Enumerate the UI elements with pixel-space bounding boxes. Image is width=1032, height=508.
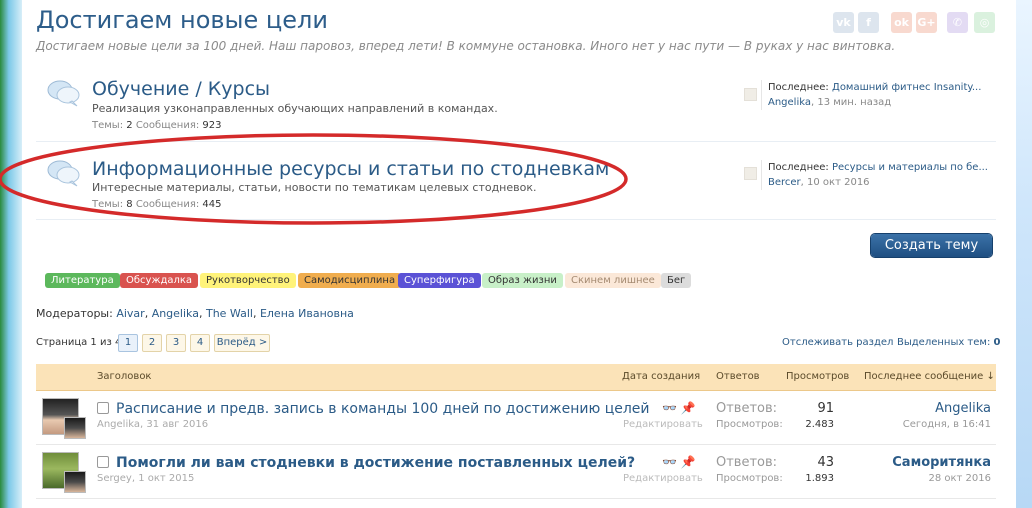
glasses-icon: 👓	[662, 455, 677, 469]
views-label: Просмотров:	[716, 419, 783, 430]
views-count: 1.893	[805, 473, 834, 484]
moderators-list: Модераторы: Aivar, Angelika, The Wall, Е…	[36, 307, 354, 320]
avatar-small[interactable]	[64, 471, 86, 493]
pagination-label: Страница 1 из 4	[36, 337, 122, 348]
thread-select-checkbox[interactable]	[97, 456, 109, 468]
views-label: Просмотров:	[716, 473, 783, 484]
prefix-tag[interactable]: Образ жизни	[482, 273, 563, 288]
thread-meta: Angelika, 31 авг 2016	[97, 419, 209, 430]
prefix-tag[interactable]: Суперфигура	[398, 273, 481, 288]
avatar-small[interactable]	[64, 417, 86, 439]
page-button[interactable]: 3	[166, 334, 186, 352]
page-button-current[interactable]: 1	[118, 334, 138, 352]
last-post-date[interactable]: 28 окт 2016	[831, 473, 991, 484]
create-thread-button[interactable]: Создать тему	[871, 234, 992, 257]
pin-icon: 📌	[680, 401, 696, 415]
edit-link[interactable]: Редактировать	[623, 419, 703, 430]
moderator-link[interactable]: The Wall	[206, 307, 253, 320]
replies-label: Ответов:	[716, 401, 778, 416]
thread-title-link[interactable]: Расписание и предв. запись в команды 100…	[116, 401, 650, 417]
thread-meta: Sergey, 1 окт 2015	[97, 473, 195, 484]
prefix-tag[interactable]: Скинем лишнее	[565, 273, 661, 288]
thread-author[interactable]: Angelika	[97, 419, 140, 430]
prefix-tag[interactable]: Бег	[661, 273, 692, 288]
table-row: Расписание и предв. запись в команды 100…	[36, 391, 996, 445]
last-post-user[interactable]: Angelika	[831, 401, 991, 416]
prefix-tag[interactable]: Самодисциплина	[298, 273, 402, 288]
thread-author[interactable]: Sergey	[97, 473, 132, 484]
table-row: Помогли ли вам стодневки в достижение по…	[36, 445, 996, 499]
last-post-user[interactable]: Саморитянка	[831, 455, 991, 470]
threads-table-header: Заголовок Дата создания Ответов Просмотр…	[36, 364, 996, 391]
header-views[interactable]: Просмотров	[786, 371, 849, 382]
moderator-link[interactable]: Елена Ивановна	[260, 307, 354, 320]
watch-forum-link[interactable]: Отслеживать раздел	[782, 337, 893, 348]
page-button[interactable]: 2	[142, 334, 162, 352]
moderators-label: Модераторы:	[36, 307, 113, 320]
prefix-tag[interactable]: Рукотворчество	[200, 273, 296, 288]
thread-select-checkbox[interactable]	[97, 402, 109, 414]
thread-status-icons: 👓 📌	[662, 455, 696, 469]
prefix-tag[interactable]: Обсуждалка	[120, 273, 199, 288]
moderator-link[interactable]: Angelika	[152, 307, 199, 320]
pin-icon: 📌	[680, 455, 696, 469]
replies-count: 43	[817, 455, 834, 470]
edit-link[interactable]: Редактировать	[623, 473, 703, 484]
page-button[interactable]: 4	[190, 334, 210, 352]
next-page-button[interactable]: Вперёд >	[214, 334, 270, 352]
header-created[interactable]: Дата создания	[622, 371, 700, 382]
header-title[interactable]: Заголовок	[97, 371, 151, 382]
thread-status-icons: 👓 📌	[662, 401, 696, 415]
header-replies[interactable]: Ответов	[716, 371, 760, 382]
prefix-tag[interactable]: Литература	[45, 273, 120, 288]
thread-title-link[interactable]: Помогли ли вам стодневки в достижение по…	[116, 455, 635, 471]
replies-label: Ответов:	[716, 455, 778, 470]
views-count: 2.483	[805, 419, 834, 430]
moderator-link[interactable]: Aivar	[116, 307, 144, 320]
replies-count: 91	[817, 401, 834, 416]
selected-threads[interactable]: Выделенных тем: 0	[897, 337, 1000, 348]
glasses-icon: 👓	[662, 401, 677, 415]
header-last-post[interactable]: Последнее сообщение ↓	[864, 371, 995, 382]
last-post-date[interactable]: Сегодня, в 16:41	[831, 419, 991, 430]
